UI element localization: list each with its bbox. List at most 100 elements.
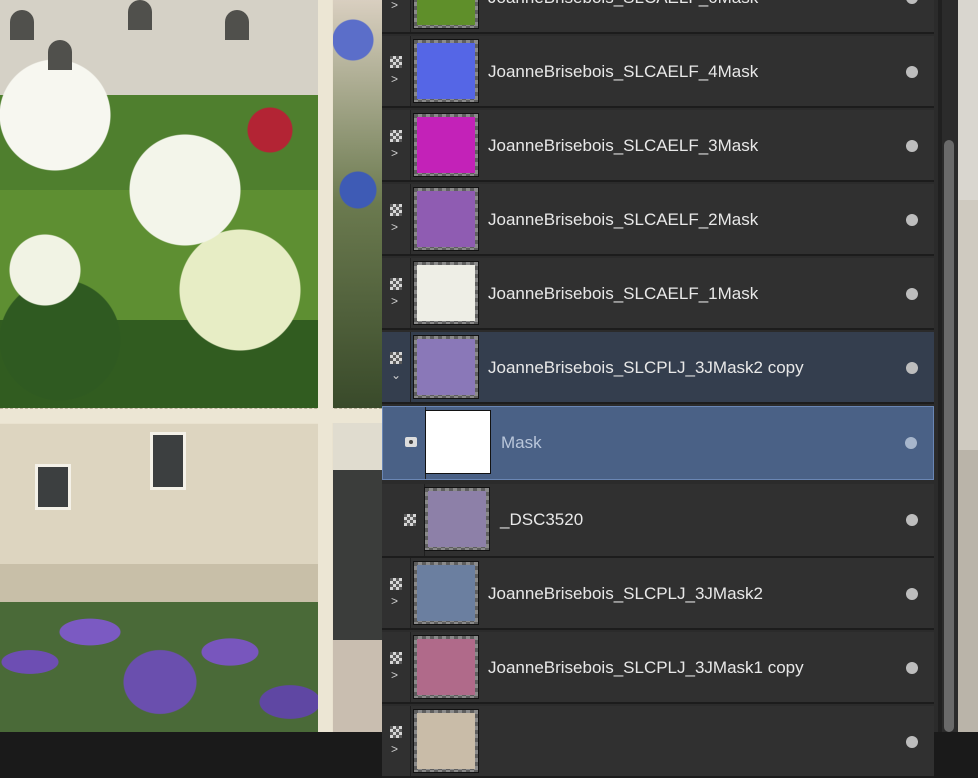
photo-hydrangeas [0,0,318,408]
layer-row[interactable]: ⌄ JoanneBrisebois_SLCPLJ_3JMask2 copy [382,332,934,404]
layer-row-child[interactable]: _DSC3520 [382,484,934,558]
layer-thumbnail [413,39,479,103]
chevron-right-icon[interactable]: > [391,146,398,160]
layer-expander[interactable]: > [382,184,411,254]
building-window [150,432,186,490]
checkerboard-icon [390,726,402,738]
chevron-right-icon[interactable]: > [391,294,398,308]
building-window [35,464,71,510]
layer-row[interactable]: > [382,706,934,778]
visibility-dot-icon[interactable] [906,0,918,4]
visibility-dot-icon[interactable] [906,140,918,152]
layer-thumbnail [413,113,479,177]
layer-thumbnail [413,709,479,773]
layer-name: Mask [501,433,542,452]
visibility-dot-icon[interactable] [906,588,918,600]
layer-expander[interactable]: > [382,110,411,180]
layer-expander[interactable] [397,407,426,479]
layer-row[interactable]: > JoanneBrisebois_SLCAELF_6Mask [382,0,934,34]
thumbnail-fill [417,339,475,395]
checkerboard-icon [390,130,402,142]
layer-name: _DSC3520 [500,510,584,529]
layer-thumbnail [413,261,479,325]
visibility-dot-icon[interactable] [906,662,918,674]
layer-expander[interactable]: > [382,706,411,776]
chevron-right-icon[interactable]: > [391,594,398,608]
photo-lavender-building [0,424,318,732]
visibility-dot-icon[interactable] [905,437,917,449]
layer-expander[interactable]: ⌄ [382,332,411,402]
layer-thumbnail [413,561,479,625]
layer-expander[interactable]: > [382,632,411,702]
checkerboard-icon [390,204,402,216]
layer-expander[interactable]: > [382,558,411,628]
thumbnail-fill [417,0,475,25]
chevron-right-icon[interactable]: > [391,742,398,756]
canvas-edge-photo [958,0,978,732]
layer-name: JoanneBrisebois_SLCAELF_6Mask [488,0,758,32]
thumbnail-fill [417,191,475,247]
checkerboard-icon [404,514,416,526]
layer-name: JoanneBrisebois_SLCAELF_4Mask [488,62,759,81]
visibility-dot-icon[interactable] [906,514,918,526]
layer-thumbnail [413,0,479,29]
layer-row[interactable]: > JoanneBrisebois_SLCPLJ_3JMask1 copy [382,632,934,704]
photo-window-coneflower [333,420,382,732]
layer-row[interactable]: > JoanneBrisebois_SLCAELF_2Mask [382,184,934,256]
photo-blue-thistle [333,0,382,408]
thumbnail-fill [428,491,486,547]
window-arch [10,10,34,40]
window-arch [128,0,152,30]
layer-name: JoanneBrisebois_SLCPLJ_3JMask1 copy [488,658,804,677]
visibility-dot-icon[interactable] [906,66,918,78]
scrollbar-thumb[interactable] [944,140,954,732]
thumbnail-fill [417,117,475,173]
chevron-down-icon[interactable]: ⌄ [391,368,401,382]
layer-name: JoanneBrisebois_SLCPLJ_3JMask2 copy [488,358,804,377]
layer-row-mask[interactable]: Mask [382,406,934,480]
checkerboard-icon [390,578,402,590]
layer-thumbnail [413,187,479,251]
layer-thumbnail [424,487,490,551]
layer-expander[interactable]: > [382,0,411,32]
checkerboard-icon [390,652,402,664]
layers-panel[interactable]: > JoanneBrisebois_SLCAELF_6Mask > JoanneBri… [382,0,938,778]
lavender-field [0,542,318,732]
checkerboard-icon [390,56,402,68]
layer-name: JoanneBrisebois_SLCPLJ_3JMask2 [488,584,763,603]
layer-thumbnail [413,335,479,399]
layer-name: JoanneBrisebois_SLCAELF_3Mask [488,136,759,155]
thumbnail-fill [417,43,475,99]
chevron-right-icon[interactable]: > [391,220,398,234]
thumbnail-fill [417,265,475,321]
chevron-right-icon[interactable]: > [391,72,398,86]
chevron-right-icon[interactable]: > [391,668,398,682]
window-arch [225,10,249,40]
visibility-dot-icon[interactable] [906,214,918,226]
layer-expander[interactable]: > [382,258,411,328]
layer-name: JoanneBrisebois_SLCAELF_2Mask [488,210,759,229]
layer-name: JoanneBrisebois_SLCAELF_1Mask [488,284,759,303]
layer-row[interactable]: > JoanneBrisebois_SLCAELF_1Mask [382,258,934,330]
mask-icon [405,437,417,447]
thumbnail-fill [417,639,475,695]
visibility-dot-icon[interactable] [906,288,918,300]
layer-row[interactable]: > JoanneBrisebois_SLCPLJ_3JMask2 [382,558,934,630]
layer-row[interactable]: > JoanneBrisebois_SLCAELF_3Mask [382,110,934,182]
layer-thumbnail [425,410,491,474]
document-canvas[interactable] [0,0,382,732]
layer-expander[interactable] [396,484,425,556]
visibility-dot-icon[interactable] [906,362,918,374]
checkerboard-icon [390,352,402,364]
chevron-right-icon[interactable]: > [391,0,398,12]
thumbnail-fill [417,713,475,769]
layer-thumbnail [413,635,479,699]
window-arch [48,40,72,70]
checkerboard-icon [390,278,402,290]
thumbnail-fill [426,411,490,473]
thumbnail-fill [417,565,475,621]
visibility-dot-icon[interactable] [906,736,918,748]
frame-divider [318,0,332,732]
layer-row[interactable]: > JoanneBrisebois_SLCAELF_4Mask [382,36,934,108]
layer-expander[interactable]: > [382,36,411,106]
